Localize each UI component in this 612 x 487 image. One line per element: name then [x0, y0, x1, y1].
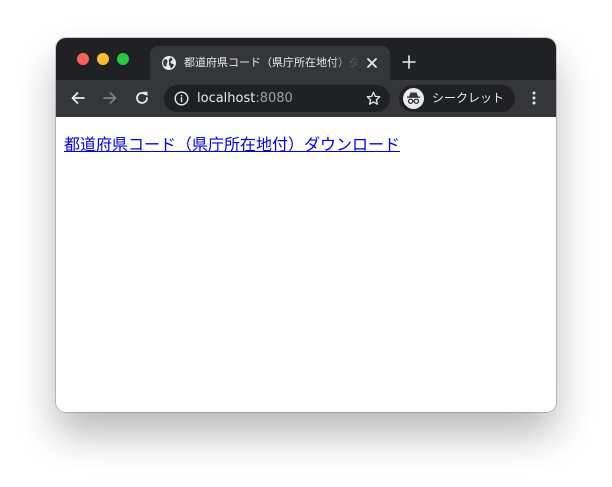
- url-text[interactable]: localhost:8080: [197, 90, 293, 107]
- toolbar: localhost:8080 シークレット: [56, 80, 556, 117]
- incognito-icon: [403, 88, 424, 109]
- incognito-label: シークレット: [432, 91, 505, 105]
- close-window-button[interactable]: [77, 53, 89, 65]
- reload-icon[interactable]: [134, 90, 150, 106]
- download-link[interactable]: 都道府県コード（県庁所在地付）ダウンロード: [64, 135, 400, 154]
- close-icon[interactable]: [365, 56, 379, 70]
- more-vert-icon[interactable]: [526, 90, 542, 106]
- address-bar[interactable]: localhost:8080: [164, 85, 390, 112]
- browser-window: 都道府県コード（県庁所在地付）ダウンロード local: [56, 38, 556, 412]
- url-port: :8080: [255, 91, 293, 106]
- zoom-window-button[interactable]: [117, 53, 129, 65]
- page-content: 都道府県コード（県庁所在地付）ダウンロード: [56, 117, 556, 412]
- url-host: localhost: [197, 91, 256, 106]
- incognito-badge[interactable]: シークレット: [399, 85, 515, 112]
- globe-icon: [162, 56, 176, 70]
- plus-icon[interactable]: [402, 55, 416, 69]
- star-icon[interactable]: [365, 90, 382, 107]
- tab-strip: 都道府県コード（県庁所在地付）ダウンロード: [56, 38, 556, 80]
- info-icon[interactable]: [174, 91, 189, 106]
- arrow-right-icon[interactable]: [102, 90, 118, 106]
- minimize-window-button[interactable]: [97, 53, 109, 65]
- tab-title: 都道府県コード（県庁所在地付）ダウンロード: [184, 56, 360, 69]
- active-tab[interactable]: 都道府県コード（県庁所在地付）ダウンロード: [150, 46, 390, 80]
- arrow-left-icon[interactable]: [70, 90, 86, 106]
